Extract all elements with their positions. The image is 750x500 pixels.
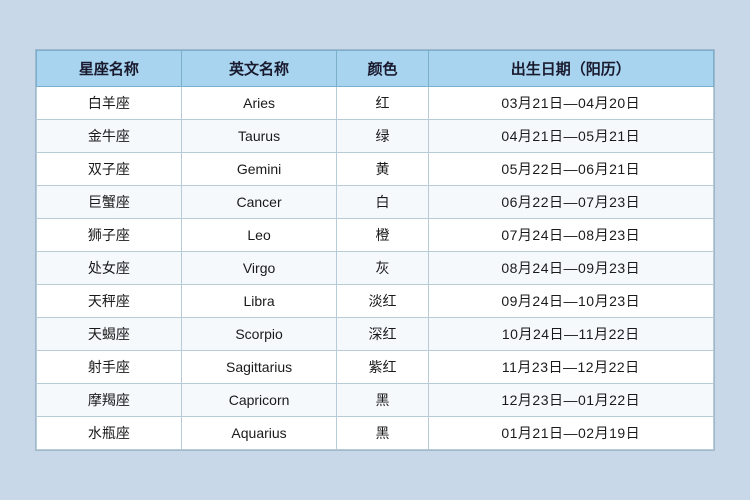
cell-dates: 03月21日—04月20日 [428,87,713,120]
cell-chinese-name: 狮子座 [37,219,182,252]
table-header-row: 星座名称 英文名称 颜色 出生日期（阳历） [37,51,714,87]
cell-chinese-name: 双子座 [37,153,182,186]
cell-dates: 12月23日—01月22日 [428,384,713,417]
table-row: 狮子座Leo橙07月24日—08月23日 [37,219,714,252]
table-row: 金牛座Taurus绿04月21日—05月21日 [37,120,714,153]
cell-dates: 07月24日—08月23日 [428,219,713,252]
cell-color: 黑 [337,384,428,417]
cell-color: 橙 [337,219,428,252]
cell-chinese-name: 水瓶座 [37,417,182,450]
zodiac-table-wrapper: 星座名称 英文名称 颜色 出生日期（阳历） 白羊座Aries红03月21日—04… [35,49,715,451]
cell-color: 红 [337,87,428,120]
cell-english-name: Virgo [181,252,337,285]
cell-color: 紫红 [337,351,428,384]
table-row: 处女座Virgo灰08月24日—09月23日 [37,252,714,285]
cell-color: 黄 [337,153,428,186]
cell-dates: 05月22日—06月21日 [428,153,713,186]
cell-dates: 04月21日—05月21日 [428,120,713,153]
zodiac-table: 星座名称 英文名称 颜色 出生日期（阳历） 白羊座Aries红03月21日—04… [36,50,714,450]
cell-color: 白 [337,186,428,219]
cell-chinese-name: 巨蟹座 [37,186,182,219]
cell-english-name: Leo [181,219,337,252]
cell-color: 淡红 [337,285,428,318]
cell-chinese-name: 射手座 [37,351,182,384]
cell-english-name: Taurus [181,120,337,153]
table-row: 巨蟹座Cancer白06月22日—07月23日 [37,186,714,219]
table-row: 天蝎座Scorpio深红10月24日—11月22日 [37,318,714,351]
cell-chinese-name: 白羊座 [37,87,182,120]
cell-chinese-name: 天蝎座 [37,318,182,351]
cell-dates: 09月24日—10月23日 [428,285,713,318]
cell-english-name: Capricorn [181,384,337,417]
col-header-english: 英文名称 [181,51,337,87]
col-header-dates: 出生日期（阳历） [428,51,713,87]
cell-color: 深红 [337,318,428,351]
cell-color: 绿 [337,120,428,153]
cell-english-name: Libra [181,285,337,318]
cell-english-name: Cancer [181,186,337,219]
cell-dates: 06月22日—07月23日 [428,186,713,219]
cell-dates: 01月21日—02月19日 [428,417,713,450]
col-header-color: 颜色 [337,51,428,87]
cell-english-name: Scorpio [181,318,337,351]
cell-chinese-name: 摩羯座 [37,384,182,417]
cell-english-name: Gemini [181,153,337,186]
table-row: 摩羯座Capricorn黑12月23日—01月22日 [37,384,714,417]
cell-chinese-name: 天秤座 [37,285,182,318]
cell-color: 黑 [337,417,428,450]
table-row: 水瓶座Aquarius黑01月21日—02月19日 [37,417,714,450]
cell-english-name: Sagittarius [181,351,337,384]
cell-dates: 10月24日—11月22日 [428,318,713,351]
col-header-chinese: 星座名称 [37,51,182,87]
cell-chinese-name: 处女座 [37,252,182,285]
cell-english-name: Aries [181,87,337,120]
cell-dates: 11月23日—12月22日 [428,351,713,384]
table-row: 天秤座Libra淡红09月24日—10月23日 [37,285,714,318]
cell-dates: 08月24日—09月23日 [428,252,713,285]
table-row: 白羊座Aries红03月21日—04月20日 [37,87,714,120]
table-row: 射手座Sagittarius紫红11月23日—12月22日 [37,351,714,384]
cell-color: 灰 [337,252,428,285]
cell-chinese-name: 金牛座 [37,120,182,153]
table-row: 双子座Gemini黄05月22日—06月21日 [37,153,714,186]
cell-english-name: Aquarius [181,417,337,450]
